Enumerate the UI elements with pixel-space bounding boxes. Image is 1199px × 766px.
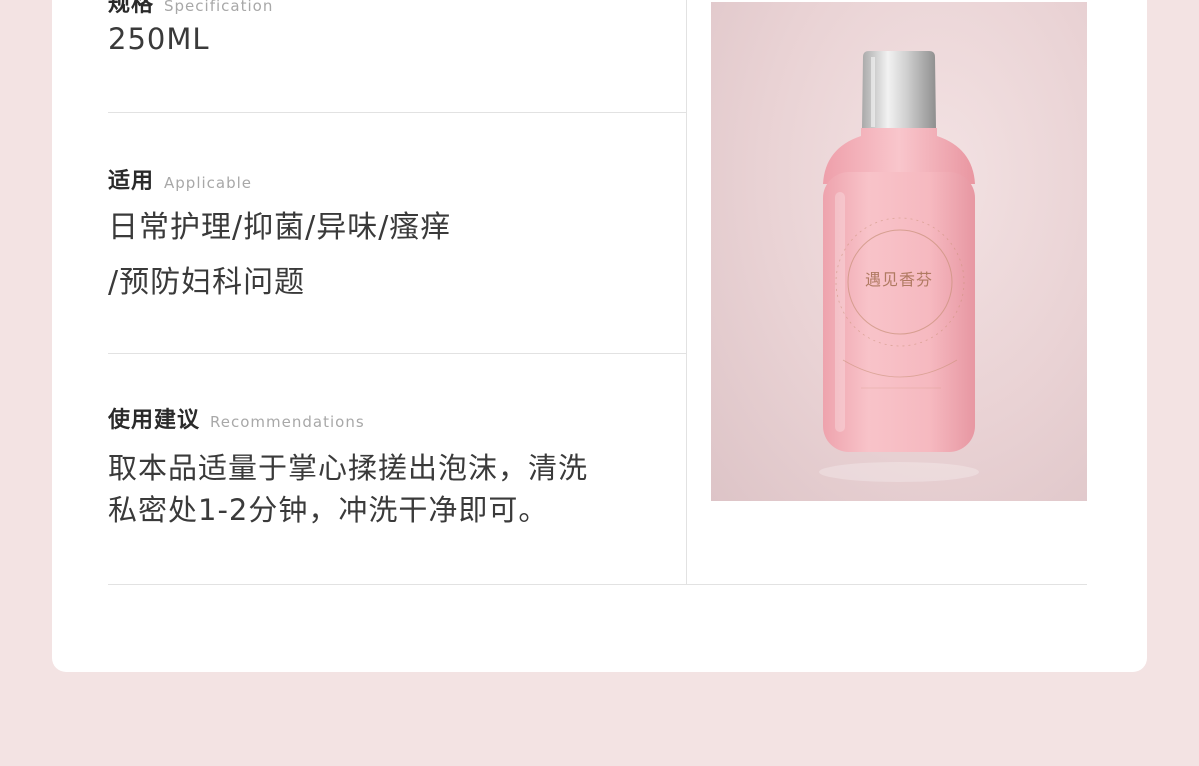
applicable-label: 适用 [108, 169, 155, 194]
usage-label-en: Recommendations [210, 413, 365, 431]
spec-label: 规格 [108, 0, 155, 17]
usage-value-line1: 取本品适量于掌心揉搓出泡沫，清洗 [108, 451, 589, 485]
bottle-illustration [819, 51, 979, 482]
spec-value: 250ML [108, 22, 210, 56]
product-image: 遇见香芬 [711, 2, 1087, 501]
row-divider [108, 584, 1087, 585]
usage-label: 使用建议 [108, 408, 201, 433]
applicable-label-en: Applicable [164, 174, 253, 192]
row-divider [108, 112, 686, 113]
applicable-value-line1: 日常护理/抑菌/异味/瘙痒 [108, 210, 452, 245]
applicable-value-line2: /预防妇科问题 [108, 265, 306, 300]
column-divider [686, 0, 687, 584]
usage-section: 使用建议 Recommendations [108, 402, 365, 434]
spec-label-en: Specification [164, 0, 274, 15]
usage-value-line2: 私密处1-2分钟，冲洗干净即可。 [108, 493, 549, 527]
spec-section: 规格 Specification [108, 0, 273, 18]
applicable-section: 适用 Applicable [108, 163, 252, 195]
row-divider [108, 353, 686, 354]
bottle-brand-text: 遇见香芬 [865, 270, 934, 289]
